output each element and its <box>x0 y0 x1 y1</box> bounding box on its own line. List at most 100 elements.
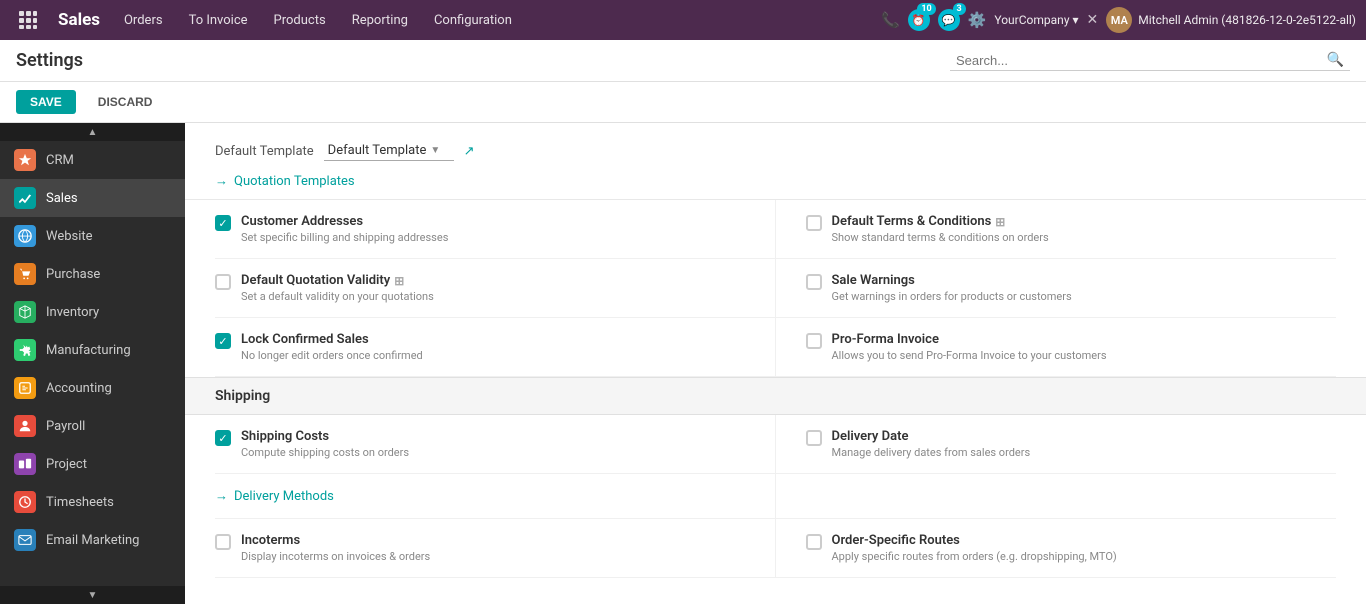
search-icon: 🔍 <box>1327 52 1344 68</box>
setting-info-default-terms: Default Terms & Conditions ⊞ Show standa… <box>832 214 1327 244</box>
checkbox-pro-forma[interactable] <box>806 333 822 349</box>
email-icon <box>14 529 36 551</box>
setting-pro-forma: Pro-Forma Invoice Allows you to send Pro… <box>776 318 1337 377</box>
content-area: ▲ CRM Sales W <box>0 123 1366 604</box>
delivery-methods-link[interactable]: → Delivery Methods <box>215 488 334 504</box>
activity-badge: 10 <box>917 3 935 15</box>
discard-button[interactable]: DISCARD <box>84 90 167 114</box>
checkbox-lock-confirmed[interactable] <box>215 333 231 349</box>
navbar-to-invoice[interactable]: To Invoice <box>177 9 260 32</box>
sidebar-item-accounting[interactable]: Accounting <box>0 369 185 407</box>
navbar: Sales Orders To Invoice Products Reporti… <box>0 0 1366 40</box>
setting-title-order-routes: Order-Specific Routes <box>832 533 1327 548</box>
arrow-right-delivery-icon: → <box>215 488 228 504</box>
checkbox-order-routes[interactable] <box>806 534 822 550</box>
setting-title-customer-addresses: Customer Addresses <box>241 214 735 229</box>
messages-icon[interactable]: 💬 3 <box>938 9 960 31</box>
setting-desc-order-routes: Apply specific routes from orders (e.g. … <box>832 550 1327 563</box>
sidebar-label-manufacturing: Manufacturing <box>46 343 131 358</box>
phone-icon[interactable]: 📞 <box>881 11 900 29</box>
navbar-products[interactable]: Products <box>262 9 338 32</box>
checkbox-customer-addresses[interactable] <box>215 215 231 231</box>
activity-icon[interactable]: ⏰ 10 <box>908 9 930 31</box>
setting-info-customer-addresses: Customer Addresses Set specific billing … <box>241 214 735 244</box>
checkbox-sale-warnings[interactable] <box>806 274 822 290</box>
setting-title-incoterms: Incoterms <box>241 533 735 548</box>
setting-info-order-routes: Order-Specific Routes Apply specific rou… <box>832 533 1327 563</box>
navbar-menu: Orders To Invoice Products Reporting Con… <box>112 9 881 32</box>
delivery-methods-empty <box>776 474 1337 519</box>
bot-icon[interactable]: ⚙️ <box>968 11 987 29</box>
chevron-down-icon: ▼ <box>430 145 440 156</box>
arrow-right-icon: → <box>215 173 228 189</box>
checkbox-incoterms[interactable] <box>215 534 231 550</box>
setting-title-quotation-validity: Default Quotation Validity ⊞ <box>241 273 735 288</box>
navbar-right: 📞 ⏰ 10 💬 3 ⚙️ YourCompany ▾ ✕ MA Mitchel… <box>881 7 1356 33</box>
quotation-templates-link[interactable]: → Quotation Templates <box>215 173 1336 189</box>
avatar: MA <box>1106 7 1132 33</box>
sidebar-item-timesheets[interactable]: Timesheets <box>0 483 185 521</box>
sidebar-scroll-down[interactable]: ▼ <box>0 586 185 604</box>
sidebar-item-manufacturing[interactable]: Manufacturing <box>0 331 185 369</box>
sidebar-items: CRM Sales Website <box>0 123 185 577</box>
sidebar-item-email[interactable]: Email Marketing <box>0 521 185 559</box>
setting-customer-addresses: Customer Addresses Set specific billing … <box>215 200 776 259</box>
sidebar-label-crm: CRM <box>46 153 74 168</box>
company-selector[interactable]: YourCompany ▾ <box>994 13 1078 27</box>
setting-info-lock-confirmed: Lock Confirmed Sales No longer edit orde… <box>241 332 735 362</box>
setting-info-sale-warnings: Sale Warnings Get warnings in orders for… <box>832 273 1327 303</box>
action-bar: SAVE DISCARD <box>0 82 1366 123</box>
navbar-reporting[interactable]: Reporting <box>340 9 420 32</box>
sidebar-item-website[interactable]: Website <box>0 217 185 255</box>
crm-icon <box>14 149 36 171</box>
setting-delivery-date: Delivery Date Manage delivery dates from… <box>776 415 1337 474</box>
project-icon <box>14 453 36 475</box>
sidebar-label-inventory: Inventory <box>46 305 99 320</box>
sidebar-scroll-up[interactable]: ▲ <box>0 123 185 141</box>
sidebar-item-payroll[interactable]: Payroll <box>0 407 185 445</box>
setting-sale-warnings: Sale Warnings Get warnings in orders for… <box>776 259 1337 318</box>
save-button[interactable]: SAVE <box>16 90 76 114</box>
sidebar-label-website: Website <box>46 229 93 244</box>
sidebar-label-sales: Sales <box>46 191 78 206</box>
sidebar-label-email: Email Marketing <box>46 533 139 548</box>
sidebar-label-timesheets: Timesheets <box>46 495 114 510</box>
checkbox-quotation-validity[interactable] <box>215 274 231 290</box>
sidebar-item-purchase[interactable]: Purchase <box>0 255 185 293</box>
setting-desc-quotation-validity: Set a default validity on your quotation… <box>241 290 735 303</box>
info-icon-validity: ⊞ <box>394 274 404 288</box>
delivery-methods-row: → Delivery Methods <box>215 474 776 519</box>
sidebar-item-crm[interactable]: CRM <box>0 141 185 179</box>
user-menu[interactable]: MA Mitchell Admin (481826-12-0-2e5122-al… <box>1106 7 1356 33</box>
setting-desc-lock-confirmed: No longer edit orders once confirmed <box>241 349 735 362</box>
manufacturing-icon <box>14 339 36 361</box>
setting-shipping-costs: Shipping Costs Compute shipping costs on… <box>215 415 776 474</box>
setting-desc-default-terms: Show standard terms & conditions on orde… <box>832 231 1327 244</box>
setting-title-pro-forma: Pro-Forma Invoice <box>832 332 1327 347</box>
navbar-configuration[interactable]: Configuration <box>422 9 524 32</box>
search-input[interactable] <box>956 53 1327 68</box>
setting-desc-delivery-date: Manage delivery dates from sales orders <box>832 446 1327 459</box>
sidebar-item-inventory[interactable]: Inventory <box>0 293 185 331</box>
search-bar: 🔍 <box>950 50 1350 71</box>
checkbox-default-terms[interactable] <box>806 215 822 231</box>
external-link-icon[interactable]: ↗ <box>464 144 475 159</box>
sidebar-label-project: Project <box>46 457 87 472</box>
checkbox-delivery-date[interactable] <box>806 430 822 446</box>
close-button[interactable]: ✕ <box>1087 12 1099 28</box>
main-content: Default Template Default Template ▼ ↗ → … <box>185 123 1366 604</box>
setting-title-sale-warnings: Sale Warnings <box>832 273 1327 288</box>
sidebar-item-project[interactable]: Project <box>0 445 185 483</box>
grid-menu-icon[interactable] <box>10 2 46 38</box>
setting-quotation-validity: Default Quotation Validity ⊞ Set a defau… <box>215 259 776 318</box>
checkbox-shipping-costs[interactable] <box>215 430 231 446</box>
sidebar-item-sales[interactable]: Sales <box>0 179 185 217</box>
setting-info-delivery-date: Delivery Date Manage delivery dates from… <box>832 429 1327 459</box>
default-template-select[interactable]: Default Template ▼ <box>324 141 454 161</box>
inventory-icon <box>14 301 36 323</box>
navbar-orders[interactable]: Orders <box>112 9 175 32</box>
header-bar: Settings 🔍 <box>0 40 1366 82</box>
quotation-templates-label: Quotation Templates <box>234 174 355 189</box>
setting-title-default-terms: Default Terms & Conditions ⊞ <box>832 214 1327 229</box>
default-template-label: Default Template <box>215 144 314 159</box>
